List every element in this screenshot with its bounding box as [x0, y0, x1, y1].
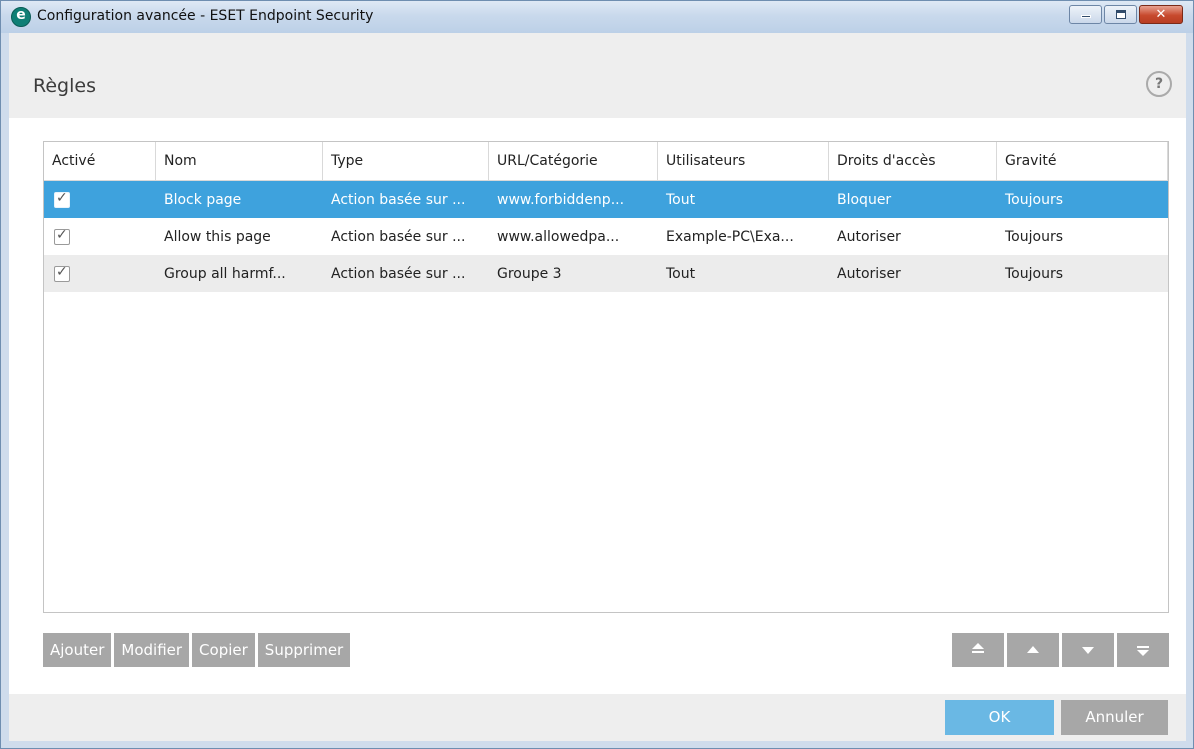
rules-panel: Activé Nom Type URL/Catégorie Utilisateu… — [9, 118, 1186, 694]
move-down-icon[interactable] — [1062, 633, 1114, 667]
enabled-checkbox[interactable] — [54, 228, 70, 245]
column-header-users[interactable]: Utilisateurs — [658, 142, 829, 180]
table-row[interactable]: Block page Action basée sur ... www.forb… — [44, 181, 1168, 218]
rights-cell: Autoriser — [837, 265, 901, 282]
type-cell: Action basée sur ... — [331, 191, 466, 208]
delete-button[interactable]: Supprimer — [257, 633, 351, 667]
enabled-cell — [44, 265, 156, 282]
users-cell: Example-PC\Exa... — [666, 228, 794, 245]
column-header-severity[interactable]: Gravité — [997, 142, 1168, 180]
page-header: Règles ? — [9, 33, 1186, 118]
ok-button[interactable]: OK — [945, 700, 1054, 735]
rights-cell: Autoriser — [837, 228, 901, 245]
dialog-footer: OK Annuler — [9, 694, 1186, 741]
move-top-icon[interactable] — [952, 633, 1004, 667]
eset-e-logo-icon — [11, 7, 31, 27]
help-icon[interactable]: ? — [1146, 71, 1172, 97]
move-up-icon[interactable] — [1007, 633, 1059, 667]
name-cell: Group all harmf... — [164, 265, 286, 282]
users-cell: Tout — [666, 265, 696, 282]
enabled-checkbox[interactable] — [54, 265, 70, 282]
type-cell: Action basée sur ... — [331, 228, 466, 245]
rights-cell: Bloquer — [837, 191, 892, 208]
table-header: Activé Nom Type URL/Catégorie Utilisateu… — [44, 142, 1168, 181]
rules-table: Activé Nom Type URL/Catégorie Utilisateu… — [43, 141, 1169, 613]
table-row[interactable]: Group all harmf... Action basée sur ... … — [44, 255, 1168, 292]
cancel-button[interactable]: Annuler — [1061, 700, 1168, 735]
severity-cell: Toujours — [1005, 191, 1063, 208]
minimize-icon[interactable] — [1069, 5, 1102, 24]
users-cell: Tout — [666, 191, 696, 208]
enabled-cell — [44, 191, 156, 208]
table-row[interactable]: Allow this page Action basée sur ... www… — [44, 218, 1168, 255]
enabled-checkbox[interactable] — [54, 191, 70, 208]
add-button[interactable]: Ajouter — [43, 633, 112, 667]
url-cell: www.forbiddenp... — [497, 191, 625, 208]
severity-cell: Toujours — [1005, 265, 1063, 282]
window-controls — [1067, 5, 1183, 24]
edit-button[interactable]: Modifier — [114, 633, 190, 667]
column-header-enabled[interactable]: Activé — [44, 142, 156, 180]
severity-cell: Toujours — [1005, 228, 1063, 245]
type-cell: Action basée sur ... — [331, 265, 466, 282]
move-bottom-icon[interactable] — [1117, 633, 1169, 667]
move-buttons — [949, 633, 1169, 667]
dialog-content: Règles ? Activé Nom Type URL/Catégorie U… — [9, 33, 1186, 741]
column-header-url-category[interactable]: URL/Catégorie — [489, 142, 658, 180]
advanced-setup-window: Configuration avancée - ESET Endpoint Se… — [0, 0, 1194, 749]
url-cell: Groupe 3 — [497, 265, 562, 282]
close-icon[interactable] — [1139, 5, 1183, 24]
column-header-access-rights[interactable]: Droits d'accès — [829, 142, 997, 180]
column-header-type[interactable]: Type — [323, 142, 489, 180]
name-cell: Block page — [164, 191, 242, 208]
rule-action-buttons: Ajouter Modifier Copier Supprimer — [43, 633, 353, 667]
column-header-name[interactable]: Nom — [156, 142, 323, 180]
name-cell: Allow this page — [164, 228, 271, 245]
url-cell: www.allowedpa... — [497, 228, 620, 245]
page-title: Règles — [33, 75, 96, 97]
title-bar[interactable]: Configuration avancée - ESET Endpoint Se… — [1, 1, 1193, 33]
copy-button[interactable]: Copier — [192, 633, 255, 667]
window-title: Configuration avancée - ESET Endpoint Se… — [37, 8, 374, 24]
enabled-cell — [44, 228, 156, 245]
maximize-icon[interactable] — [1104, 5, 1137, 24]
